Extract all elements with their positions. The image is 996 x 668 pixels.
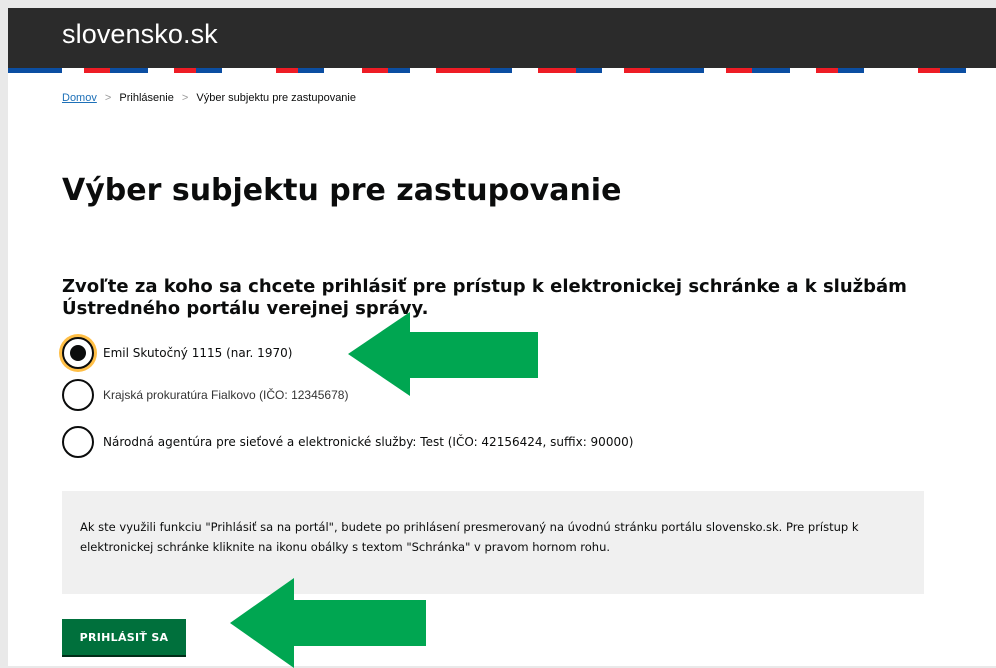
breadcrumb-item-current: Výber subjektu pre zastupovanie <box>196 92 356 104</box>
site-logo[interactable]: slovensko.sk <box>62 19 218 50</box>
radio-option-prokuratura[interactable]: Krajská prokuratúra Fialkovo (IČO: 12345… <box>62 376 348 414</box>
stripe-segment <box>790 68 816 73</box>
stripe-segment <box>436 68 490 73</box>
radio-button-checked[interactable] <box>62 337 94 369</box>
breadcrumb: Domov > Prihlásenie > Výber subjektu pre… <box>62 92 356 104</box>
green-arrow-left-icon <box>348 312 538 396</box>
radio-option-agentura[interactable]: Národná agentúra pre sieťové a elektroni… <box>62 423 633 461</box>
stripe-segment <box>752 68 790 73</box>
stripe-segment <box>816 68 838 73</box>
stripe-segment <box>624 68 650 73</box>
stripe-segment <box>512 68 538 73</box>
breadcrumb-separator: > <box>181 92 189 104</box>
stripe-segment <box>602 68 624 73</box>
page-title: Výber subjektu pre zastupovanie <box>62 173 622 208</box>
stripe-segment <box>864 68 918 73</box>
stripe-segment <box>838 68 864 73</box>
stripe-segment <box>388 68 410 73</box>
radio-button[interactable] <box>62 426 94 458</box>
radio-label[interactable]: Krajská prokuratúra Fialkovo (IČO: 12345… <box>103 388 348 402</box>
stripe-segment <box>8 68 62 73</box>
breadcrumb-item-login: Prihlásenie <box>119 92 174 104</box>
radio-option-emil[interactable]: Emil Skutočný 1115 (nar. 1970) <box>62 334 292 372</box>
site-header: slovensko.sk <box>8 8 996 68</box>
stripe-segment <box>110 68 148 73</box>
stripe-segment <box>174 68 196 73</box>
stripe-segment <box>918 68 940 73</box>
info-box: Ak ste využili funkciu "Prihlásiť sa na … <box>62 491 924 594</box>
breadcrumb-separator: > <box>104 92 112 104</box>
stripe-segment <box>298 68 324 73</box>
stripe-segment <box>196 68 222 73</box>
stripe-segment <box>576 68 602 73</box>
stripe-segment <box>538 68 576 73</box>
stripe-segment <box>84 68 110 73</box>
arrow-shape <box>348 312 538 396</box>
flag-stripe <box>8 68 996 73</box>
radio-label[interactable]: Národná agentúra pre sieťové a elektroni… <box>103 435 633 449</box>
radio-button[interactable] <box>62 379 94 411</box>
stripe-segment <box>490 68 512 73</box>
radio-label[interactable]: Emil Skutočný 1115 (nar. 1970) <box>103 346 292 360</box>
arrow-shape <box>230 578 426 668</box>
stripe-segment <box>650 68 704 73</box>
stripe-segment <box>62 68 84 73</box>
stripe-segment <box>410 68 436 73</box>
stripe-segment <box>726 68 752 73</box>
page: slovensko.sk Domov > Prihlásenie > Výber… <box>8 8 996 668</box>
stripe-segment <box>966 68 996 73</box>
radio-dot <box>70 345 86 361</box>
login-button[interactable]: PRIHLÁSIŤ SA <box>62 619 186 655</box>
stripe-segment <box>704 68 726 73</box>
stripe-segment <box>276 68 298 73</box>
stripe-segment <box>148 68 174 73</box>
stripe-segment <box>324 68 362 73</box>
stripe-segment <box>362 68 388 73</box>
breadcrumb-home-link[interactable]: Domov <box>62 92 97 104</box>
stripe-segment <box>940 68 966 73</box>
green-arrow-left-icon <box>230 578 426 668</box>
stripe-segment <box>222 68 276 73</box>
